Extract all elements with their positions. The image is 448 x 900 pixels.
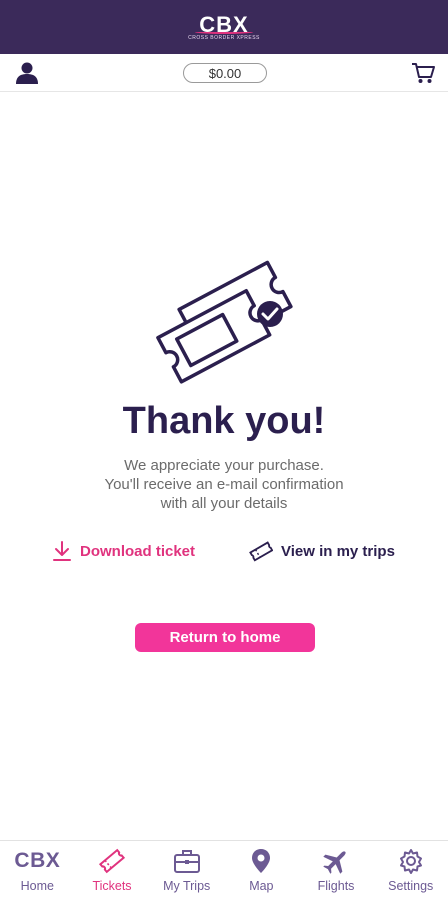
tickets-illustration xyxy=(155,248,295,388)
map-pin-icon xyxy=(246,847,276,875)
cbx-logo: CBX CROSS BORDER XPRESS xyxy=(188,13,260,41)
wallet-balance[interactable]: $0.00 xyxy=(183,63,267,83)
tab-map[interactable]: Map xyxy=(224,841,299,900)
logo-subtext: CROSS BORDER XPRESS xyxy=(188,34,260,41)
account-bar: $0.00 xyxy=(0,54,448,92)
tab-my-trips[interactable]: My Trips xyxy=(149,841,224,900)
tab-label: Flights xyxy=(317,879,355,893)
tickets-check-icon xyxy=(156,260,293,384)
user-icon xyxy=(16,62,38,84)
message-line: with all your details xyxy=(160,495,288,512)
logo-swoosh xyxy=(195,30,253,34)
view-in-my-trips-label: View in my trips xyxy=(281,542,395,560)
ticket-outline-icon xyxy=(249,541,273,562)
message-line: You'll receive an e-mail confirmation xyxy=(104,476,344,493)
cart-icon xyxy=(412,63,435,83)
gear-icon xyxy=(396,847,426,875)
bottom-tab-bar: CBX Home Tickets My Trips Map Flights Se… xyxy=(0,840,448,900)
tab-tickets[interactable]: Tickets xyxy=(75,841,150,900)
cbx-logo-icon: CBX xyxy=(14,847,59,875)
download-ticket-label: Download ticket xyxy=(80,542,196,560)
view-in-my-trips-link[interactable]: View in my trips xyxy=(249,538,395,564)
tab-settings[interactable]: Settings xyxy=(373,841,448,900)
tab-home[interactable]: CBX Home xyxy=(0,841,75,900)
download-icon xyxy=(53,541,71,561)
tab-label: My Trips xyxy=(163,879,211,893)
message-line: We appreciate your purchase. xyxy=(124,457,324,474)
tab-label: Tickets xyxy=(92,879,132,893)
return-to-home-button[interactable]: Return to home xyxy=(135,623,315,652)
airplane-icon xyxy=(321,847,351,875)
tab-flights[interactable]: Flights xyxy=(299,841,374,900)
tab-label: Map xyxy=(249,879,274,893)
tab-label: Home xyxy=(20,879,54,893)
ticket-icon xyxy=(97,847,127,875)
home-logo-text: CBX xyxy=(14,849,61,872)
briefcase-icon xyxy=(172,847,202,875)
tab-label: Settings xyxy=(388,879,434,893)
thank-you-title: Thank you! xyxy=(122,400,326,442)
app-header: CBX CROSS BORDER XPRESS xyxy=(0,0,448,54)
download-ticket-link[interactable]: Download ticket xyxy=(52,538,195,564)
user-profile-button[interactable] xyxy=(14,61,40,85)
confirmation-message: We appreciate your purchase. You'll rece… xyxy=(74,456,374,513)
cart-button[interactable] xyxy=(410,61,436,85)
